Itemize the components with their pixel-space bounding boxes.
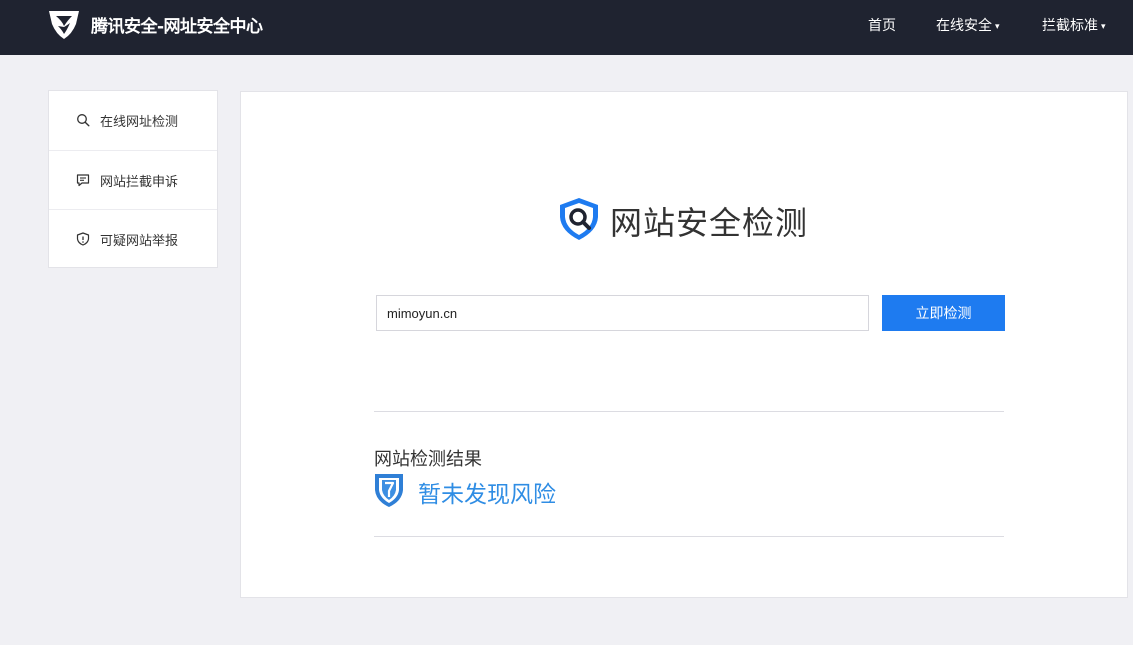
result-title: 网站检测结果 xyxy=(374,449,482,470)
top-navbar: 腾讯安全-网址安全中心 首页 在线安全 ▾ 拦截标准 ▾ xyxy=(0,0,1133,55)
nav-home[interactable]: 首页 xyxy=(868,15,896,35)
caret-down-icon: ▾ xyxy=(1101,22,1106,32)
nav-block-standard-label: 拦截标准 xyxy=(1042,18,1098,34)
sidebar-item-label: 在线网址检测 xyxy=(100,115,179,130)
divider xyxy=(374,536,1004,537)
nav-online-security[interactable]: 在线安全 ▾ xyxy=(936,15,1000,35)
page-title: 网站安全检测 xyxy=(610,204,809,242)
shield-alert-icon xyxy=(76,232,90,246)
url-input[interactable] xyxy=(376,295,869,331)
search-icon xyxy=(77,114,90,127)
tencent-security-logo-icon[interactable] xyxy=(46,6,82,42)
sidebar-item-appeal[interactable]: 网站拦截申诉 xyxy=(49,150,217,209)
nav-online-security-label: 在线安全 xyxy=(936,18,992,34)
safe-shield-icon xyxy=(375,474,403,507)
sidebar: 在线网址检测 网站拦截申诉 可疑网站举报 xyxy=(48,90,218,268)
sidebar-item-label: 网站拦截申诉 xyxy=(100,175,179,190)
divider xyxy=(374,411,1004,412)
sidebar-item-url-check[interactable]: 在线网址检测 xyxy=(49,91,217,150)
sidebar-item-label: 可疑网站举报 xyxy=(100,234,179,249)
main-panel: 网站安全检测 立即检测 网站检测结果 暂未发现风险 xyxy=(240,91,1128,598)
shield-search-icon xyxy=(560,198,598,240)
caret-down-icon: ▾ xyxy=(995,22,1000,32)
nav-home-label: 首页 xyxy=(868,18,896,34)
nav-block-standard[interactable]: 拦截标准 ▾ xyxy=(1042,15,1106,35)
result-status: 暂未发现风险 xyxy=(418,482,556,508)
brand-title[interactable]: 腾讯安全-网址安全中心 xyxy=(91,12,263,37)
check-now-button[interactable]: 立即检测 xyxy=(882,295,1005,331)
message-icon xyxy=(76,174,90,187)
sidebar-item-report[interactable]: 可疑网站举报 xyxy=(49,209,217,268)
